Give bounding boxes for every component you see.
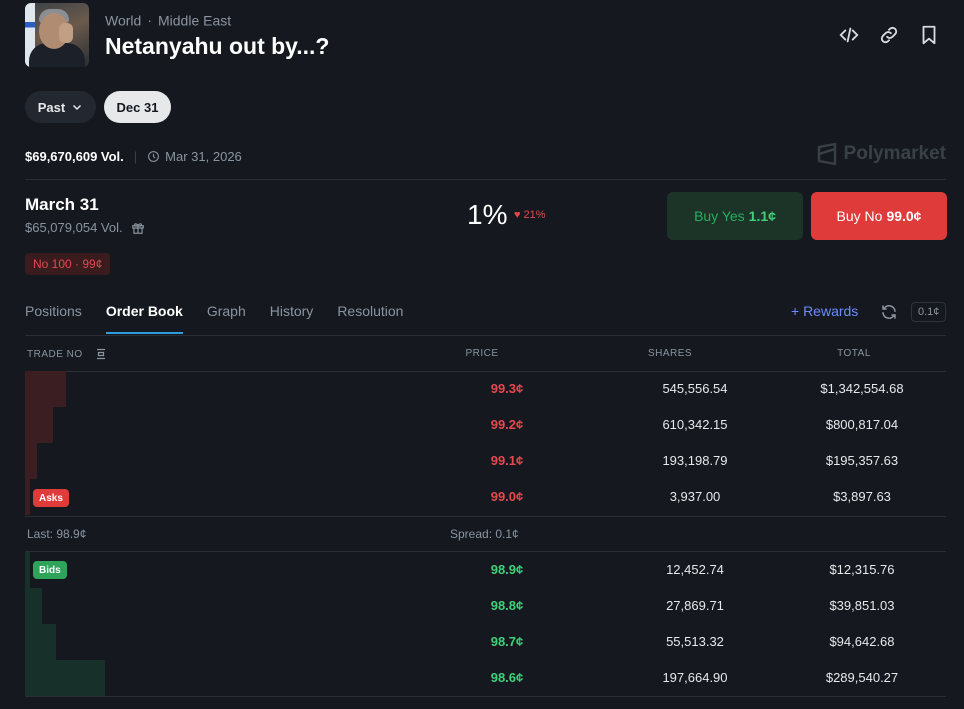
breadcrumb-subcategory[interactable]: Middle East [158,12,231,28]
probability-change-value: 21% [523,209,546,221]
bids-badge: Bids [33,561,67,579]
ask-price: 99.1¢ [490,453,524,468]
bid-total: $289,540.27 [825,670,899,685]
polymarket-logo: Polymarket [816,142,946,166]
divider [25,179,946,180]
bid-price: 98.8¢ [490,598,524,613]
ask-total: $1,342,554.68 [820,381,904,396]
event-title: Netanyahu out by...? [105,33,330,59]
gift-icon[interactable] [131,221,145,235]
depth-bar [25,443,37,479]
header-total: TOTAL [837,348,871,359]
ask-price: 99.3¢ [490,381,524,396]
divider [25,696,946,697]
header-trade-no: TRADE NO [27,348,107,360]
breadcrumb-category[interactable]: World [105,12,141,28]
clock-icon [148,151,160,162]
bid-row[interactable]: 98.9¢ 12,452.74 $12,315.76 [25,552,946,588]
depth-bar [25,624,56,660]
asks-badge: Asks [33,489,69,507]
tab-positions[interactable]: Positions [25,303,82,334]
chevron-down-icon [73,104,82,111]
ask-row[interactable]: 99.2¢ 610,342.15 $800,817.04 [25,407,946,443]
depth-bar [25,479,30,515]
market-volume-row: $65,079,054 Vol. [25,220,145,235]
bid-shares: 55,513.32 [666,634,724,649]
tick-size-badge[interactable]: 0.1¢ [911,302,947,322]
divider [25,516,946,517]
bid-row[interactable]: 98.6¢ 197,664.90 $289,540.27 [25,660,946,696]
bid-price: 98.6¢ [490,670,524,685]
market-tabs: Positions Order Book Graph History Resol… [25,303,403,334]
tab-order-book[interactable]: Order Book [105,303,183,334]
spread: Spread: 0.1¢ [450,527,519,541]
depth-bar [25,407,53,443]
link-icon[interactable] [878,24,900,46]
past-filter-label: Past [37,99,66,115]
depth-bar [25,552,30,588]
bid-row[interactable]: 98.8¢ 27,869.71 $39,851.03 [25,588,946,624]
ask-row[interactable]: 99.1¢ 193,198.79 $195,357.63 [25,443,946,479]
tab-history[interactable]: History [270,303,314,334]
ask-shares: 610,342.15 [662,417,728,432]
bid-price: 98.9¢ [490,562,524,577]
ask-row[interactable]: 99.0¢ 3,937.00 $3,897.63 [25,479,946,515]
breadcrumb: World · Middle East [105,12,232,29]
tab-graph[interactable]: Graph [207,303,246,334]
ask-shares: 193,198.79 [662,453,728,468]
header-shares: SHARES [647,348,693,359]
depth-bar [25,371,66,407]
buy-no-button[interactable]: Buy No 99.0¢ [811,192,947,240]
buy-yes-price: 1.1¢ [748,208,776,224]
date-pill-selected[interactable]: Dec 31 [104,91,171,123]
last-price: Last: 98.9¢ [27,527,87,541]
brand-name: Polymarket [843,143,946,164]
market-title: March 31 [25,195,99,214]
bid-price: 98.7¢ [490,634,524,649]
ask-total: $195,357.63 [825,453,899,468]
buy-no-label: Buy No [836,208,883,224]
depth-bar [25,660,105,696]
position-badge: No 100 · 99¢ [25,253,111,275]
polymarket-logo-icon [817,142,836,166]
past-filter-button[interactable]: Past [25,91,96,123]
ask-total: $800,817.04 [825,417,899,432]
ask-price: 99.0¢ [490,489,524,504]
bid-total: $39,851.03 [829,598,895,613]
divider [25,335,946,336]
bookmark-icon[interactable] [918,24,940,46]
ask-shares: 3,937.00 [669,489,721,504]
header-price: PRICE [465,348,499,359]
bid-shares: 197,664.90 [662,670,728,685]
ask-row[interactable]: 99.3¢ 545,556.54 $1,342,554.68 [25,371,946,407]
depth-bar [25,588,42,624]
event-end-date: Mar 31, 2026 [165,149,242,164]
heart-icon: ♥ [514,209,521,221]
refresh-icon[interactable] [880,303,898,321]
sort-icon[interactable] [95,348,107,360]
probability-change: ♥ 21% [514,209,546,221]
ask-shares: 545,556.54 [662,381,728,396]
event-thumbnail [25,3,89,67]
bid-shares: 12,452.74 [666,562,724,577]
embed-icon[interactable] [838,24,860,46]
tab-resolution[interactable]: Resolution [337,303,403,334]
bid-row[interactable]: 98.7¢ 55,513.32 $94,642.68 [25,624,946,660]
ask-total: $3,897.63 [833,489,891,504]
bid-total: $94,642.68 [829,634,895,649]
header-trade-no-label: TRADE NO [27,348,83,360]
buy-yes-button[interactable]: Buy Yes 1.1¢ [667,192,803,240]
buy-yes-label: Buy Yes [694,208,745,224]
market-probability: 1% [467,199,508,230]
bid-shares: 27,869.71 [666,598,724,613]
rewards-button[interactable]: + Rewards [791,303,858,319]
bid-total: $12,315.76 [829,562,895,577]
ask-price: 99.2¢ [490,417,524,432]
market-volume: $65,079,054 Vol. [25,220,123,235]
event-meta: $69,670,609 Vol. | Mar 31, 2026 [25,149,242,164]
buy-no-price: 99.0¢ [886,208,922,224]
event-volume: $69,670,609 Vol. [25,149,124,164]
